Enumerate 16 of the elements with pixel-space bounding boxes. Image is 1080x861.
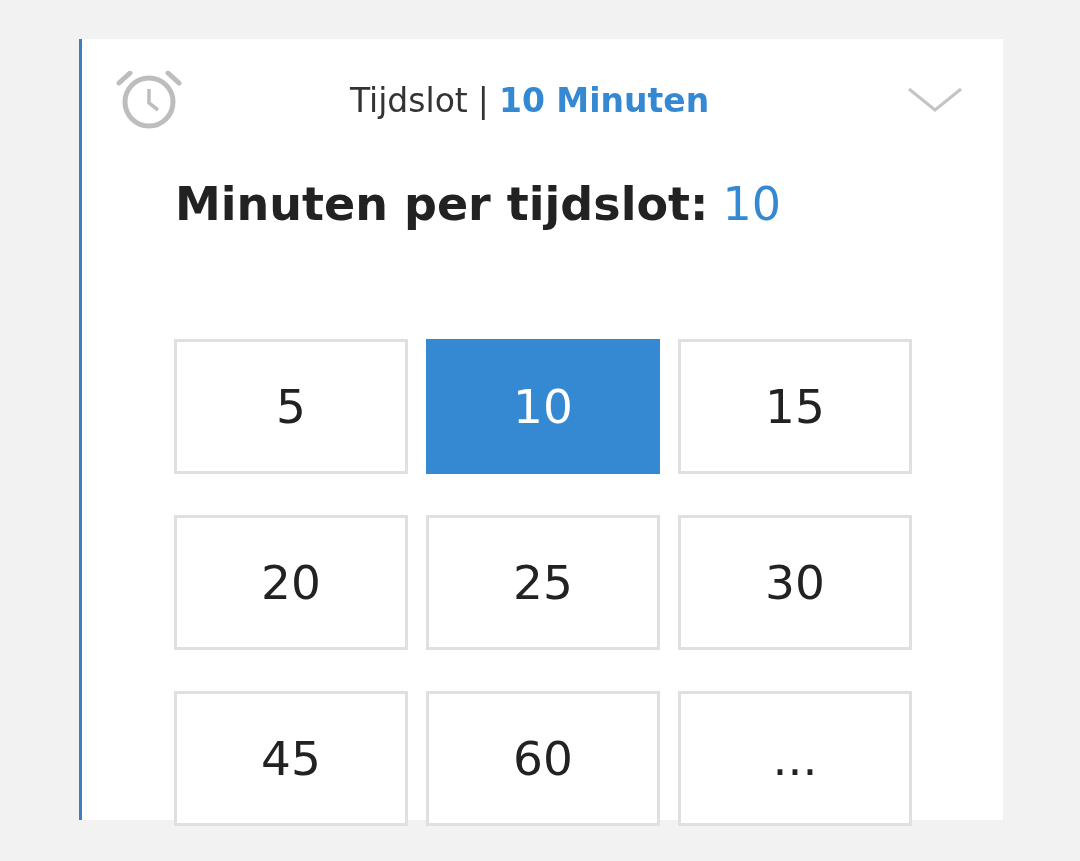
header-label: Tijdslot bbox=[349, 80, 468, 120]
option-button[interactable]: 20 bbox=[174, 515, 408, 650]
alarm-clock-icon bbox=[116, 71, 182, 129]
option-button[interactable]: 60 bbox=[426, 691, 660, 826]
chevron-icon[interactable] bbox=[907, 86, 963, 114]
option-button[interactable]: 45 bbox=[174, 691, 408, 826]
header-separator: | bbox=[477, 80, 489, 120]
option-button[interactable]: 25 bbox=[426, 515, 660, 650]
option-button[interactable]: 30 bbox=[678, 515, 912, 650]
header-value: 10 Minuten bbox=[498, 80, 710, 120]
option-button[interactable]: ... bbox=[678, 691, 912, 826]
heading-value: 10 bbox=[722, 177, 781, 231]
option-button[interactable]: 15 bbox=[678, 339, 912, 474]
option-button[interactable]: 5 bbox=[174, 339, 408, 474]
heading-label: Minuten per tijdslot: bbox=[175, 177, 709, 231]
option-button[interactable]: 10 bbox=[426, 339, 660, 474]
